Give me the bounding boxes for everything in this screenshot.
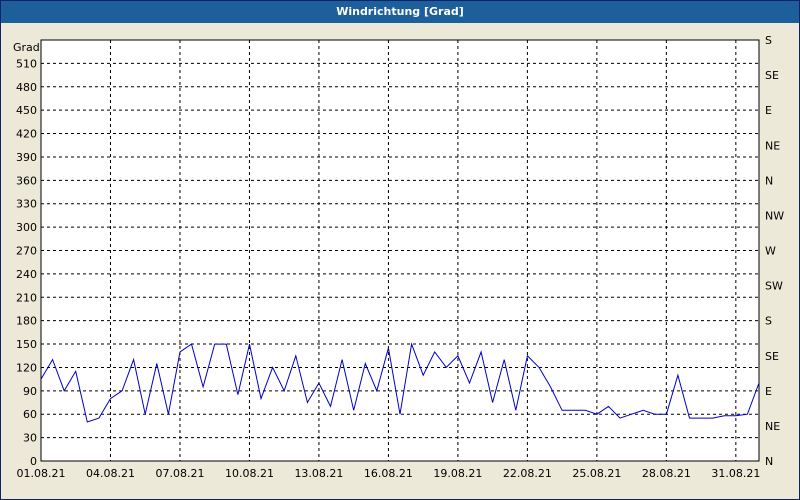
right-tick-label: NW: [765, 209, 784, 222]
right-tick-label: SE: [765, 69, 779, 82]
y-tick-label: 510: [16, 57, 37, 70]
y-tick-label: 330: [16, 198, 37, 211]
x-tick-label: 16.08.21: [364, 467, 413, 480]
right-tick-label: S: [765, 315, 772, 328]
y-tick-label: 480: [16, 81, 37, 94]
y-tick-label: 150: [16, 338, 37, 351]
y-tick-label: 390: [16, 151, 37, 164]
right-tick-label: S: [765, 34, 772, 47]
y-tick-label: 420: [16, 128, 37, 141]
y-tick-label: 60: [23, 408, 37, 421]
y-tick-label: 90: [23, 385, 37, 398]
right-tick-label: W: [765, 245, 776, 258]
right-tick-label: E: [765, 104, 772, 117]
window-title: Windrichtung [Grad]: [1, 1, 799, 23]
y-tick-label: 30: [23, 432, 37, 445]
right-tick-label: NE: [765, 420, 780, 433]
y-tick-label: 300: [16, 221, 37, 234]
x-tick-label: 22.08.21: [503, 467, 552, 480]
x-tick-label: 31.08.21: [711, 467, 760, 480]
x-tick-label: 28.08.21: [642, 467, 691, 480]
y-tick-label: 360: [16, 174, 37, 187]
y-axis-label: Grad: [13, 41, 40, 54]
right-tick-label: NE: [765, 139, 780, 152]
right-tick-label: N: [765, 174, 773, 187]
right-axis-ticks: N NE E SE S SW W NW N NE E SE S: [765, 34, 784, 468]
right-tick-label: SW: [765, 280, 783, 293]
y-tick-label: 180: [16, 315, 37, 328]
right-tick-label: E: [765, 385, 772, 398]
x-tick-label: 10.08.21: [225, 467, 274, 480]
y-tick-label: 270: [16, 245, 37, 258]
y-axis-ticks: 0306090120150180210240270300330360390420…: [16, 57, 37, 468]
x-tick-label: 07.08.21: [155, 467, 204, 480]
x-tick-label: 13.08.21: [294, 467, 343, 480]
right-tick-label: SE: [765, 350, 779, 363]
y-tick-label: 450: [16, 104, 37, 117]
y-tick-label: 240: [16, 268, 37, 281]
x-tick-label: 25.08.21: [572, 467, 621, 480]
x-axis-ticks: 01.08.21 04.08.21 07.08.21 10.08.21 13.08.21…: [17, 467, 761, 480]
x-tick-label: 19.08.21: [433, 467, 482, 480]
y-tick-label: 120: [16, 361, 37, 374]
right-tick-label: N: [765, 455, 773, 468]
wind-direction-chart: 0306090120150180210240270300330360390420…: [13, 34, 784, 480]
x-tick-label: 04.08.21: [86, 467, 135, 480]
y-tick-label: 210: [16, 291, 37, 304]
chart-window: Windrichtung [Grad] 0 30 60 90 120 150 180 210 2…: [0, 0, 800, 500]
x-tick-label: 01.08.21: [17, 467, 66, 480]
